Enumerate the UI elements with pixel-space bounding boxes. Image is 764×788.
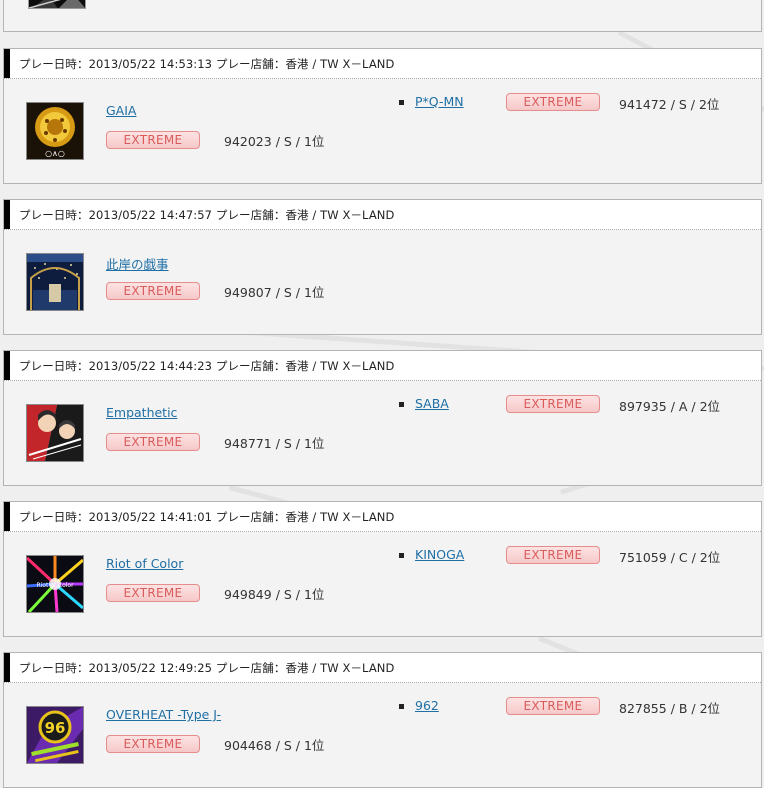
jacket-caption: Riot of Color — [36, 582, 74, 589]
score-text: 904468 / S / 1位 — [224, 738, 325, 753]
opponent-difficulty-badge: EXTREME — [506, 395, 600, 413]
play-record-card: プレー日時：2013/05/22 14:41:01 プレー店舗：香港 / TW … — [3, 501, 762, 637]
record-header: プレー日時：2013/05/22 14:47:57 プレー店舗：香港 / TW … — [4, 200, 761, 230]
play-record-card: プレー日時：2013/05/22 12:49:25 プレー店舗：香港 / TW … — [3, 652, 762, 788]
play-datetime-shop: プレー日時：2013/05/22 14:44:23 プレー店舗：香港 / TW … — [19, 359, 395, 373]
song-title-link[interactable]: Riot of Color — [106, 556, 183, 571]
empathetic-jacket[interactable] — [26, 404, 84, 462]
difficulty-badge: EXTREME — [106, 282, 200, 300]
score-text: 942023 / S / 1位 — [224, 134, 325, 149]
shigan-jacket[interactable] — [26, 253, 84, 311]
opponent-score-text: 897935 / A / 2位 — [619, 399, 721, 414]
record-header: プレー日時：2013/05/22 12:49:25 プレー店舗：香港 / TW … — [4, 653, 761, 683]
opponent-difficulty-badge: EXTREME — [506, 697, 600, 715]
song-title-link[interactable]: Empathetic — [106, 405, 177, 420]
record-header: プレー日時：2013/05/22 14:41:01 プレー店舗：香港 / TW … — [4, 502, 761, 532]
overheat-jacket[interactable]: 96 — [26, 706, 84, 764]
record-header: プレー日時：2013/05/22 14:44:23 プレー店舗：香港 / TW … — [4, 351, 761, 381]
opponent-score-text: 827855 / B / 2位 — [619, 701, 721, 716]
score-text: 948771 / S / 1位 — [224, 436, 325, 451]
record-header: プレー日時：2013/05/22 14:53:13 プレー店舗：香港 / TW … — [4, 49, 761, 79]
score-text: 949849 / S / 1位 — [224, 587, 325, 602]
jacket-caption: 96 — [45, 719, 66, 737]
difficulty-badge: EXTREME — [106, 131, 200, 149]
play-record-card: プレー日時：2013/05/22 14:53:13 プレー店舗：香港 / TW … — [3, 48, 762, 184]
play-record-card: プレー日時：2013/05/22 14:47:57 プレー店舗：香港 / TW … — [3, 199, 762, 335]
opponent-difficulty-badge: EXTREME — [506, 546, 600, 564]
riot-of-color-jacket[interactable]: Riot of Color — [26, 555, 84, 613]
opponent-name-link[interactable]: KINOGA — [415, 547, 464, 562]
header-bar — [4, 49, 10, 78]
opponent-difficulty-badge: EXTREME — [506, 93, 600, 111]
header-bar — [4, 502, 10, 531]
song-title-link[interactable]: OVERHEAT -Type J- — [106, 707, 221, 722]
header-bar — [4, 200, 10, 229]
opponent-bullet-icon — [399, 704, 404, 709]
difficulty-badge: EXTREME — [106, 584, 200, 602]
opponent-score-text: 751059 / C / 2位 — [619, 550, 721, 565]
header-bar — [4, 653, 10, 682]
score-text: 949807 / S / 1位 — [224, 285, 325, 300]
play-datetime-shop: プレー日時：2013/05/22 14:53:13 プレー店舗：香港 / TW … — [19, 57, 395, 71]
difficulty-badge: EXTREME — [106, 433, 200, 451]
header-bar — [4, 351, 10, 380]
opponent-bullet-icon — [399, 553, 404, 558]
play-datetime-shop: プレー日時：2013/05/22 12:49:25 プレー店舗：香港 / TW … — [19, 661, 395, 675]
opponent-name-link[interactable]: 962 — [415, 698, 439, 713]
opponent-score-text: 941472 / S / 2位 — [619, 97, 720, 112]
svg-text:○∧○: ○∧○ — [45, 149, 65, 158]
gaia-jacket[interactable]: ○∧○ — [26, 102, 84, 160]
play-record-card: プレー日時：2013/05/22 14:44:23 プレー店舗：香港 / TW … — [3, 350, 762, 486]
opponent-name-link[interactable]: SABA — [415, 396, 449, 411]
difficulty-badge: EXTREME — [106, 735, 200, 753]
opponent-name-link[interactable]: P*Q-MN — [415, 94, 464, 109]
play-datetime-shop: プレー日時：2013/05/22 14:47:57 プレー店舗：香港 / TW … — [19, 208, 395, 222]
song-title-link[interactable]: 此岸の戯事 — [106, 254, 169, 273]
opponent-bullet-icon — [399, 402, 404, 407]
jacket-thumbnail — [28, 0, 86, 9]
opponent-bullet-icon — [399, 100, 404, 105]
song-title-link[interactable]: GAIA — [106, 103, 136, 118]
previous-record-card — [3, 0, 762, 32]
play-datetime-shop: プレー日時：2013/05/22 14:41:01 プレー店舗：香港 / TW … — [19, 510, 395, 524]
